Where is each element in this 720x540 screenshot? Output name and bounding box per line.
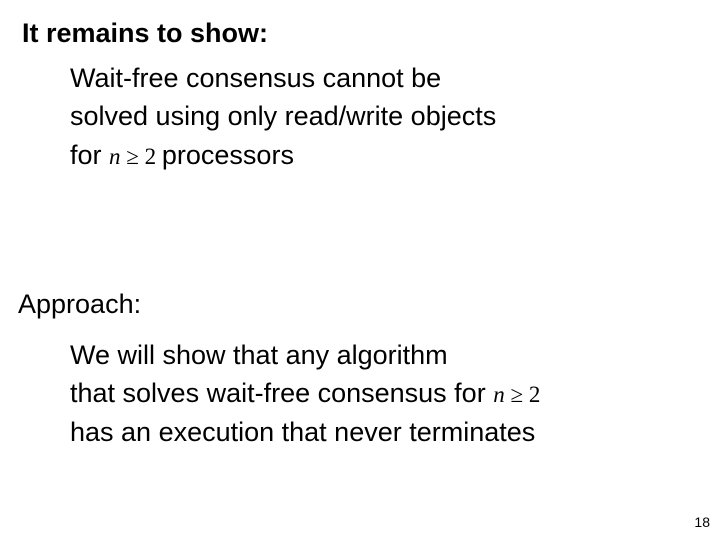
math-num-2: 2 (145, 144, 157, 169)
approach-line-3: has an execution that never terminates (70, 413, 698, 451)
approach-block: We will show that any algorithm that sol… (70, 336, 698, 451)
approach-line-1: We will show that any algorithm (70, 336, 698, 374)
statement-block: Wait-free consensus cannot be solved usi… (70, 59, 698, 174)
math-var-n-b: n (493, 382, 505, 407)
statement-line-3: for n ≥ 2 processors (70, 136, 698, 174)
text-for: for (70, 140, 109, 170)
text-solves-consensus: that solves wait-free consensus for (70, 378, 493, 408)
statement-line-2: solved using only read/write objects (70, 97, 698, 135)
text-processors: processors (162, 140, 294, 170)
heading-remains-to-show: It remains to show: (22, 18, 698, 49)
page-number: 18 (694, 514, 710, 530)
math-num-2-b: 2 (529, 382, 541, 407)
math-n-ge-2: n ≥ 2 (109, 144, 162, 169)
math-op-ge: ≥ (121, 144, 145, 169)
math-op-ge-b: ≥ (505, 382, 529, 407)
math-var-n: n (109, 144, 121, 169)
heading-approach: Approach: (18, 289, 698, 320)
math-n-ge-2-b: n ≥ 2 (493, 382, 540, 407)
statement-line-1: Wait-free consensus cannot be (70, 59, 698, 97)
approach-line-2: that solves wait-free consensus for n ≥ … (70, 374, 698, 412)
slide: It remains to show: Wait-free consensus … (0, 0, 720, 540)
